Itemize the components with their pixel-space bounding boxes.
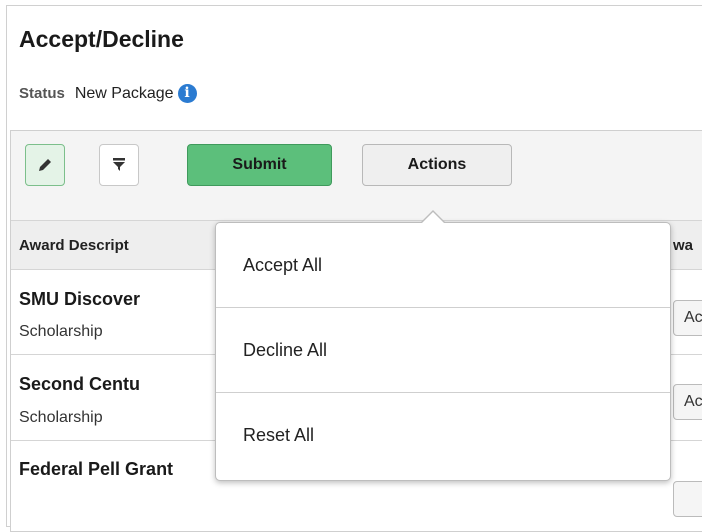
status-line: Status New Package i bbox=[19, 84, 197, 103]
award-action-select[interactable]: Acc bbox=[673, 300, 702, 336]
page-title: Accept/Decline bbox=[19, 26, 184, 52]
award-action-select[interactable] bbox=[673, 481, 702, 517]
award-name: Second Centu bbox=[19, 374, 141, 394]
menu-item-reset-all[interactable]: Reset All bbox=[216, 393, 670, 478]
award-name: Federal Pell Grant bbox=[19, 459, 174, 479]
award-name: SMU Discover bbox=[19, 289, 141, 309]
filter-button[interactable] bbox=[99, 144, 139, 186]
actions-button[interactable]: Actions bbox=[362, 144, 512, 186]
filter-icon bbox=[113, 158, 125, 171]
status-label: Status bbox=[19, 85, 65, 102]
award-type: Scholarship bbox=[19, 409, 103, 426]
award-type: Scholarship bbox=[19, 323, 103, 340]
column-header-award-action: wa bbox=[673, 237, 694, 254]
column-header-award-description: Award Descript bbox=[19, 237, 129, 254]
menu-item-decline-all[interactable]: Decline All bbox=[216, 308, 670, 393]
menu-item-accept-all[interactable]: Accept All bbox=[216, 223, 670, 308]
status-value: New Package bbox=[74, 84, 174, 102]
submit-button[interactable]: Submit bbox=[187, 144, 332, 186]
pencil-icon bbox=[39, 159, 51, 171]
info-icon[interactable]: i bbox=[177, 84, 197, 103]
grid-toolbar: Submit Actions bbox=[11, 131, 702, 220]
actions-menu: Accept All Decline All Reset All bbox=[215, 210, 671, 481]
edit-button[interactable] bbox=[25, 144, 65, 186]
award-action-select[interactable]: Acc bbox=[673, 384, 702, 420]
